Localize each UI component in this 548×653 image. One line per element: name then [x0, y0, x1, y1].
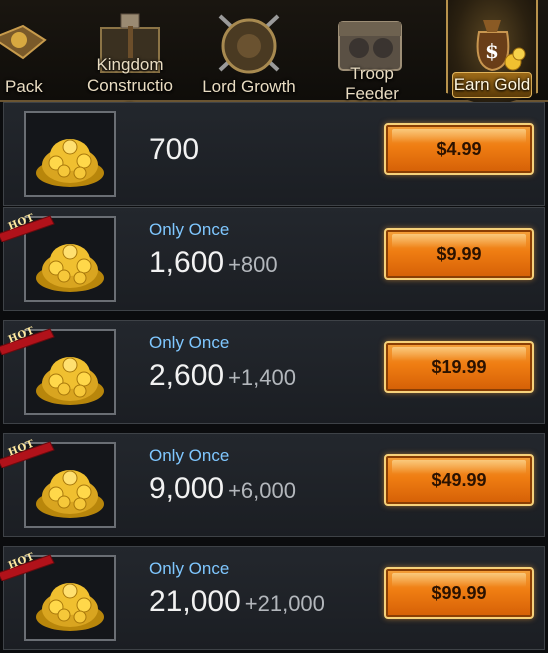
gold-bonus-amount: +800 [228, 252, 278, 277]
gold-bonus-amount: +1,400 [228, 365, 296, 390]
gold-base-amount: 21,000 [149, 585, 241, 618]
hot-ribbon: HOT [0, 212, 58, 243]
gold-pack-row: HOT Only Once 2,600 +1,400 $19.99 [0, 320, 545, 424]
tab-pack-label: Pack [5, 77, 43, 96]
only-once-label: Only Once [149, 220, 230, 239]
buy-button[interactable]: $99.99 [384, 567, 534, 619]
category-tab-bar: Pack Kingdom Constructio n Lord Growth T… [0, 0, 548, 116]
tab-lord-growth-label: Lord Growth [202, 77, 296, 96]
buy-button[interactable]: $4.99 [384, 123, 534, 175]
gold-base-amount: 9,000 [149, 472, 225, 505]
gold-amount: 21,000 +21,000 [149, 585, 325, 619]
gold-amount: 700 [149, 133, 199, 167]
gold-coins-icon [36, 139, 104, 187]
gold-base-amount: 2,600 [149, 359, 225, 392]
tab-lord-growth[interactable]: Lord Growth [195, 0, 303, 100]
tab-kingdom-construction[interactable]: Kingdom Constructio n [80, 0, 180, 116]
gold-amount: 2,600 +1,400 [149, 359, 296, 393]
gold-bonus-amount: +21,000 [244, 591, 325, 616]
gold-bonus-amount: +6,000 [228, 478, 296, 503]
buy-price: $19.99 [431, 356, 487, 377]
only-once-label: Only Once [149, 446, 230, 465]
pack-icon [0, 24, 47, 60]
hot-ribbon: HOT [0, 438, 58, 469]
buy-button[interactable]: $9.99 [384, 228, 534, 280]
svg-text:$: $ [485, 39, 499, 63]
buy-price: $49.99 [431, 469, 487, 490]
buy-price: $9.99 [436, 243, 482, 264]
buy-button[interactable]: $49.99 [384, 454, 534, 506]
hot-ribbon: HOT [0, 551, 58, 582]
tab-troop-feeder[interactable]: Troop Feeder [320, 0, 420, 103]
tab-earn-gold[interactable]: $ Earn Gold [446, 0, 538, 108]
gold-pack-row: HOT Only Once 9,000 +6,000 $49.99 [0, 433, 545, 537]
buy-price: $4.99 [436, 138, 482, 159]
gold-amount: 9,000 +6,000 [149, 472, 296, 506]
tab-earn-gold-label: Earn Gold [453, 75, 531, 94]
hot-ribbon: HOT [0, 325, 58, 356]
gold-pack-row: 700 $4.99 [3, 102, 545, 206]
gold-pack-row: HOT Only Once 21,000 +21,000 $99.99 [0, 546, 545, 650]
gold-base-amount: 700 [149, 133, 200, 166]
only-once-label: Only Once [149, 333, 230, 352]
buy-price: $99.99 [431, 582, 487, 603]
buy-button[interactable]: $19.99 [384, 341, 534, 393]
tab-troop-feeder-label: Troop Feeder [345, 64, 399, 103]
gold-pack-row: HOT Only Once 1,600 +800 $9.99 [0, 207, 545, 311]
gold-amount: 1,600 +800 [149, 246, 278, 280]
shield-swords-icon [218, 14, 280, 74]
tab-pack[interactable]: Pack [0, 0, 58, 100]
gold-base-amount: 1,600 [149, 246, 225, 279]
gold-bag-icon: $ [476, 20, 526, 72]
only-once-label: Only Once [149, 559, 230, 578]
gold-pile-image [24, 111, 116, 197]
